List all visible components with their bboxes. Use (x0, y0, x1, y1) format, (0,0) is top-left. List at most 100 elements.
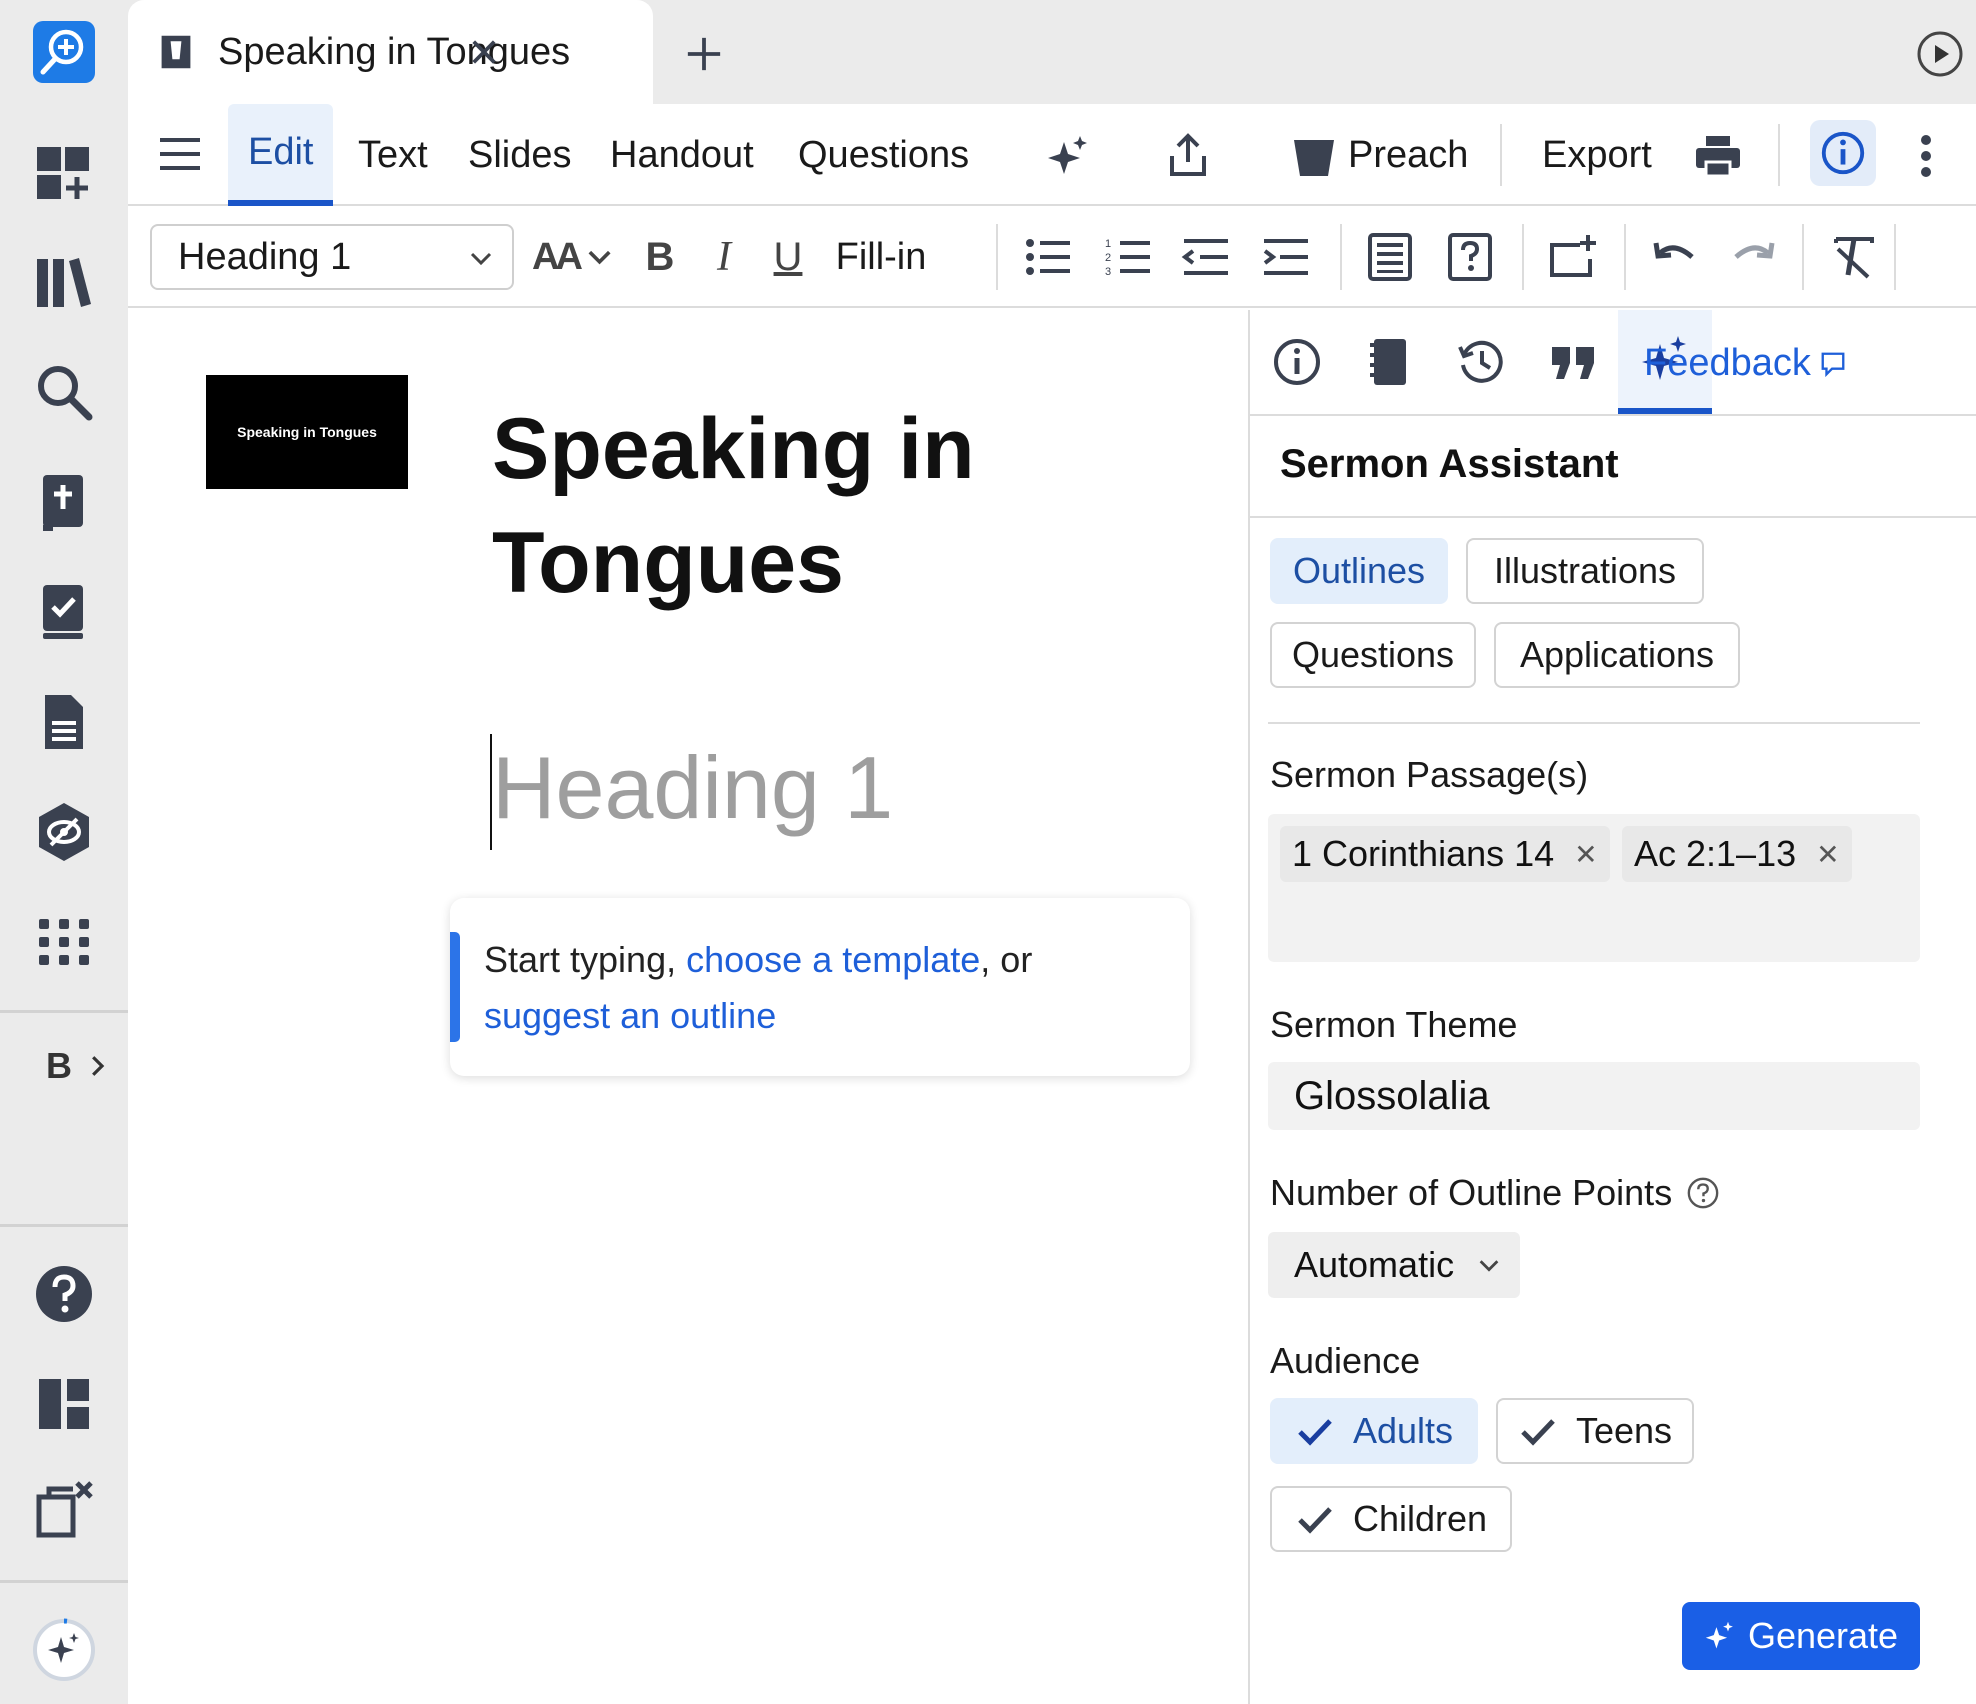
print-icon[interactable] (1690, 128, 1746, 184)
paragraph-style-select[interactable]: Heading 1 (150, 224, 514, 290)
generate-label: Generate (1747, 1615, 1899, 1656)
toolbar-separator (1802, 224, 1804, 290)
insert-slide-icon[interactable] (1542, 224, 1602, 290)
fill-in-label: Fill-in (835, 235, 927, 278)
fill-in-button[interactable]: Fill-in (824, 224, 938, 290)
generate-button[interactable]: Generate (1682, 1602, 1920, 1670)
category-applications[interactable]: Applications (1494, 622, 1740, 688)
share-upload-icon[interactable] (1160, 128, 1216, 184)
new-tab-icon[interactable] (676, 26, 732, 82)
logos-search-plus-icon[interactable] (24, 12, 104, 92)
preach-button[interactable]: Preach (1348, 104, 1468, 206)
question-block-icon[interactable] (1440, 224, 1500, 290)
info-icon (1821, 131, 1865, 175)
close-panels-icon[interactable] (24, 1470, 104, 1550)
category-illustrations[interactable]: Illustrations (1466, 538, 1704, 604)
checklist-icon[interactable] (24, 572, 104, 652)
editor-canvas[interactable]: Speaking in Tongues Speaking in Tongues … (128, 310, 1248, 1704)
italic-button[interactable]: I (694, 224, 754, 290)
clear-formatting-icon[interactable] (1824, 224, 1884, 290)
tab-slides[interactable]: Slides (468, 104, 572, 206)
passage-tag-text: 1 Corinthians 14 (1292, 833, 1555, 874)
outdent-icon[interactable] (1176, 224, 1236, 290)
panel-tab-history[interactable] (1434, 310, 1528, 414)
history-icon (1458, 340, 1503, 383)
add-panel-icon[interactable] (24, 132, 104, 212)
hexagon-eye-icon[interactable] (24, 792, 104, 872)
document-icon[interactable] (24, 682, 104, 762)
toolbar-separator (1624, 224, 1626, 290)
bold-label: B (645, 234, 675, 279)
sermon-doc-icon (161, 35, 191, 69)
more-options-icon[interactable] (1898, 128, 1954, 184)
search-icon[interactable] (24, 352, 104, 432)
audience-children[interactable]: Children (1270, 1486, 1512, 1552)
category-questions[interactable]: Questions (1270, 622, 1476, 688)
bullet-list-icon[interactable] (1018, 224, 1078, 290)
layout-icon[interactable] (24, 1364, 104, 1444)
apps-grid-icon[interactable] (24, 902, 104, 982)
title-slide-thumbnail[interactable]: Speaking in Tongues (206, 375, 408, 489)
profile-button[interactable]: B (46, 1040, 126, 1092)
underline-button[interactable]: U (758, 224, 818, 290)
toolbar-separator (1340, 224, 1342, 290)
document-tab[interactable]: Speaking in Tongues (128, 0, 653, 104)
category-outlines[interactable]: Outlines (1270, 538, 1448, 604)
tab-questions[interactable]: Questions (798, 104, 969, 206)
font-size-label: AA (532, 235, 583, 278)
help-icon[interactable] (24, 1254, 104, 1334)
info-button[interactable] (1810, 120, 1876, 186)
menu-bar: Edit Text Slides Handout Questions Preac… (128, 104, 1976, 206)
sermon-passage-input[interactable]: 1 Corinthians 14 ✕ Ac 2:1–13 ✕ (1268, 814, 1920, 962)
tab-text[interactable]: Text (358, 104, 428, 206)
left-rail: B (0, 0, 128, 1704)
italic-label: I (717, 234, 731, 280)
suggest-outline-link[interactable]: suggest an outline (484, 995, 776, 1036)
heading-placeholder[interactable]: Heading 1 (492, 728, 893, 848)
rail-separator (0, 1010, 128, 1013)
play-circle-icon[interactable] (1916, 30, 1964, 78)
tab-edit[interactable]: Edit (228, 104, 334, 206)
help-circle-icon[interactable] (1686, 1176, 1720, 1210)
hint-accent-bar (450, 932, 460, 1042)
audience-teens-label: Teens (1575, 1410, 1673, 1451)
font-size-button[interactable]: AA (532, 224, 614, 290)
export-button[interactable]: Export (1542, 104, 1652, 206)
remove-passage-icon[interactable]: ✕ (1816, 838, 1839, 871)
audience-children-label: Children (1352, 1498, 1488, 1539)
outline-points-field-label: Number of Outline Points (1270, 1172, 1720, 1214)
panel-tab-book[interactable] (1342, 310, 1436, 414)
numbered-list-icon[interactable]: 1 2 3 (1098, 224, 1158, 290)
bold-button[interactable]: B (630, 224, 690, 290)
remove-passage-icon[interactable]: ✕ (1574, 838, 1597, 871)
audience-teens[interactable]: Teens (1496, 1398, 1694, 1464)
bible-icon[interactable] (24, 462, 104, 542)
ai-sparkle-icon[interactable] (1040, 128, 1096, 184)
check-icon (1521, 1419, 1555, 1446)
hamburger-menu-icon[interactable] (152, 126, 208, 182)
sermon-theme-input[interactable] (1268, 1062, 1920, 1130)
feedback-link[interactable]: Feedback (1644, 342, 1847, 385)
panel-tab-info[interactable] (1250, 310, 1344, 414)
preach-pulpit-icon[interactable] (1286, 128, 1342, 184)
book-icon (1370, 339, 1406, 385)
thumbnail-text: Speaking in Tongues (237, 424, 377, 440)
tab-handout[interactable]: Handout (610, 104, 754, 206)
close-tab-icon[interactable] (460, 28, 508, 76)
audience-adults-label: Adults (1352, 1410, 1454, 1451)
undo-icon[interactable] (1644, 224, 1704, 290)
outline-points-select[interactable]: Automatic (1268, 1232, 1520, 1298)
passage-tag-text: Ac 2:1–13 (1634, 833, 1797, 874)
redo-icon[interactable] (1724, 224, 1784, 290)
svg-text:1: 1 (1105, 238, 1111, 250)
assistant-sparkle-icon[interactable] (24, 1610, 104, 1690)
library-icon[interactable] (24, 242, 104, 322)
rail-separator (0, 1580, 128, 1583)
document-title[interactable]: Speaking in Tongues (492, 392, 1092, 620)
rail-separator (0, 1224, 128, 1227)
indent-icon[interactable] (1256, 224, 1316, 290)
choose-template-link[interactable]: choose a template (686, 939, 980, 980)
audience-adults[interactable]: Adults (1270, 1398, 1478, 1464)
handout-block-icon[interactable] (1360, 224, 1420, 290)
panel-tab-quotes[interactable] (1526, 310, 1620, 414)
